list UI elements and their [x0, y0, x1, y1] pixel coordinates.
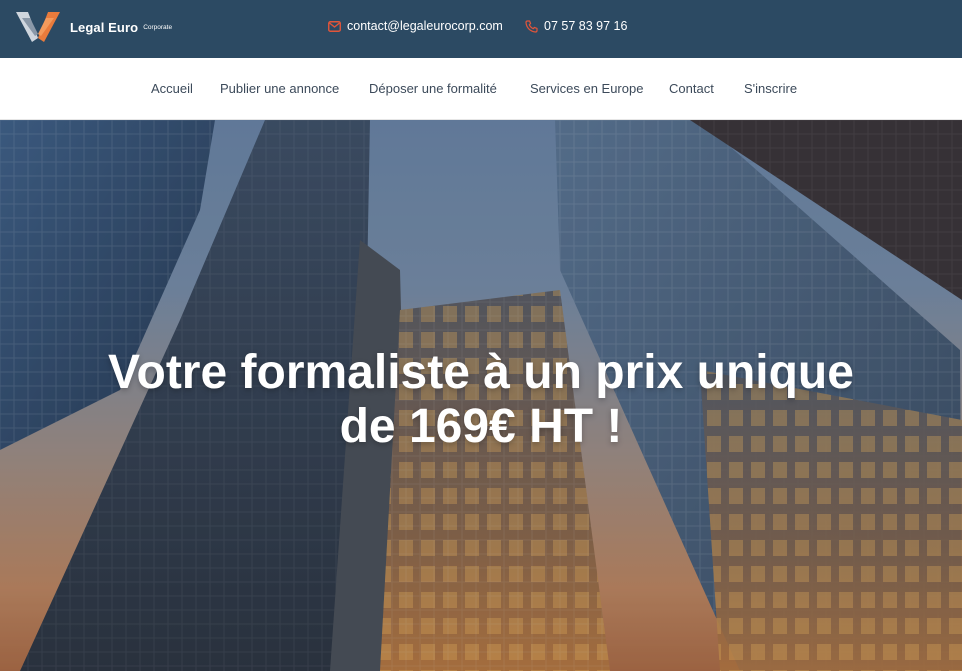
mail-icon	[328, 20, 341, 32]
contact-phone-text: 07 57 83 97 16	[544, 19, 628, 33]
phone-icon	[525, 19, 538, 33]
hero-title-line2: de 169€ HT !	[339, 400, 623, 453]
contact-email-link[interactable]: contact@legaleurocorp.com	[328, 19, 503, 33]
brand-logo[interactable]: Legal Euro Corporate	[14, 8, 172, 46]
nav-item-deposer-formalite[interactable]: Déposer une formalité	[369, 81, 497, 96]
v-chevron-logo-icon	[16, 12, 60, 42]
brand-tagline: Corporate	[143, 24, 173, 31]
contact-email-text: contact@legaleurocorp.com	[347, 19, 503, 33]
nav-item-publier-annonce[interactable]: Publier une annonce	[220, 81, 339, 96]
nav-item-contact[interactable]: Contact	[669, 81, 714, 96]
hero-title: Votre formaliste à un prix unique de 169…	[0, 346, 962, 454]
top-bar: Legal Euro Corporate contact@legaleuroco…	[0, 0, 962, 58]
contact-phone-link[interactable]: 07 57 83 97 16	[525, 19, 627, 33]
nav-item-services-europe[interactable]: Services en Europe	[530, 81, 643, 96]
hero-section: Votre formaliste à un prix unique de 169…	[0, 120, 962, 671]
nav-list: Accueil Publier une annonce Déposer une …	[0, 81, 962, 99]
nav-item-accueil[interactable]: Accueil	[151, 81, 193, 96]
hero-title-line1: Votre formaliste à un prix unique	[108, 346, 854, 399]
nav-item-sinscrire[interactable]: S'inscrire	[744, 81, 797, 96]
brand-name: Legal Euro	[70, 19, 139, 35]
main-navigation: Accueil Publier une annonce Déposer une …	[0, 58, 962, 120]
